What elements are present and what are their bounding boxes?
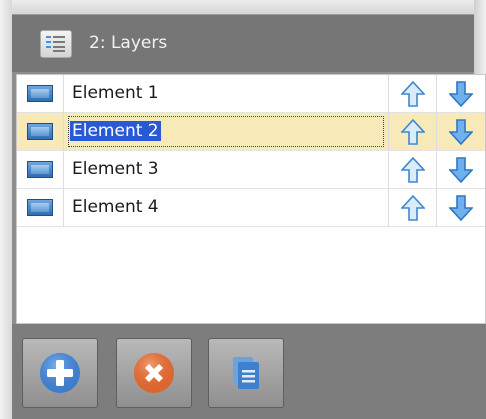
duplicate-icon xyxy=(233,357,259,389)
list-icon xyxy=(40,30,72,58)
image-icon xyxy=(27,123,53,140)
move-up-button[interactable] xyxy=(389,189,437,226)
duplicate-layer-button[interactable] xyxy=(208,338,284,408)
layers-toolbar xyxy=(12,324,486,419)
arrow-down-icon xyxy=(449,157,473,183)
panel-title: 2: Layers xyxy=(89,33,168,53)
move-up-button[interactable] xyxy=(389,75,437,112)
arrow-down-icon xyxy=(449,119,473,145)
move-down-button[interactable] xyxy=(437,113,485,150)
layer-name: Element 3 xyxy=(72,159,159,179)
move-up-button[interactable] xyxy=(389,151,437,188)
panel-frame-top xyxy=(0,0,486,14)
layers-panel: 2: Layers Element 1 Element 2 Element 3 … xyxy=(0,0,486,419)
arrow-down-icon xyxy=(449,195,473,221)
image-icon xyxy=(27,85,53,102)
arrow-up-icon xyxy=(401,119,425,145)
move-down-button[interactable] xyxy=(437,189,485,226)
layers-list[interactable]: Element 1 Element 2 Element 3 Element 4 xyxy=(16,74,486,324)
arrow-up-icon xyxy=(401,157,425,183)
remove-layer-button[interactable] xyxy=(116,338,192,408)
image-icon xyxy=(27,199,53,216)
add-icon xyxy=(40,353,80,393)
remove-icon xyxy=(134,353,174,393)
add-layer-button[interactable] xyxy=(22,338,98,408)
layer-name: Element 4 xyxy=(72,197,159,217)
move-up-button[interactable] xyxy=(389,113,437,150)
arrow-up-icon xyxy=(401,195,425,221)
panel-frame-left xyxy=(0,0,12,419)
move-down-button[interactable] xyxy=(437,151,485,188)
layer-name: Element 2 xyxy=(70,121,161,141)
layer-row[interactable]: Element 4 xyxy=(17,189,485,227)
image-icon xyxy=(27,161,53,178)
layer-row[interactable]: Element 1 xyxy=(17,75,485,113)
arrow-down-icon xyxy=(449,81,473,107)
layer-row[interactable]: Element 2 xyxy=(17,113,485,151)
arrow-up-icon xyxy=(401,81,425,107)
panel-titlebar[interactable]: 2: Layers xyxy=(12,14,474,72)
layer-name: Element 1 xyxy=(72,83,159,103)
move-down-button[interactable] xyxy=(437,75,485,112)
layer-row[interactable]: Element 3 xyxy=(17,151,485,189)
